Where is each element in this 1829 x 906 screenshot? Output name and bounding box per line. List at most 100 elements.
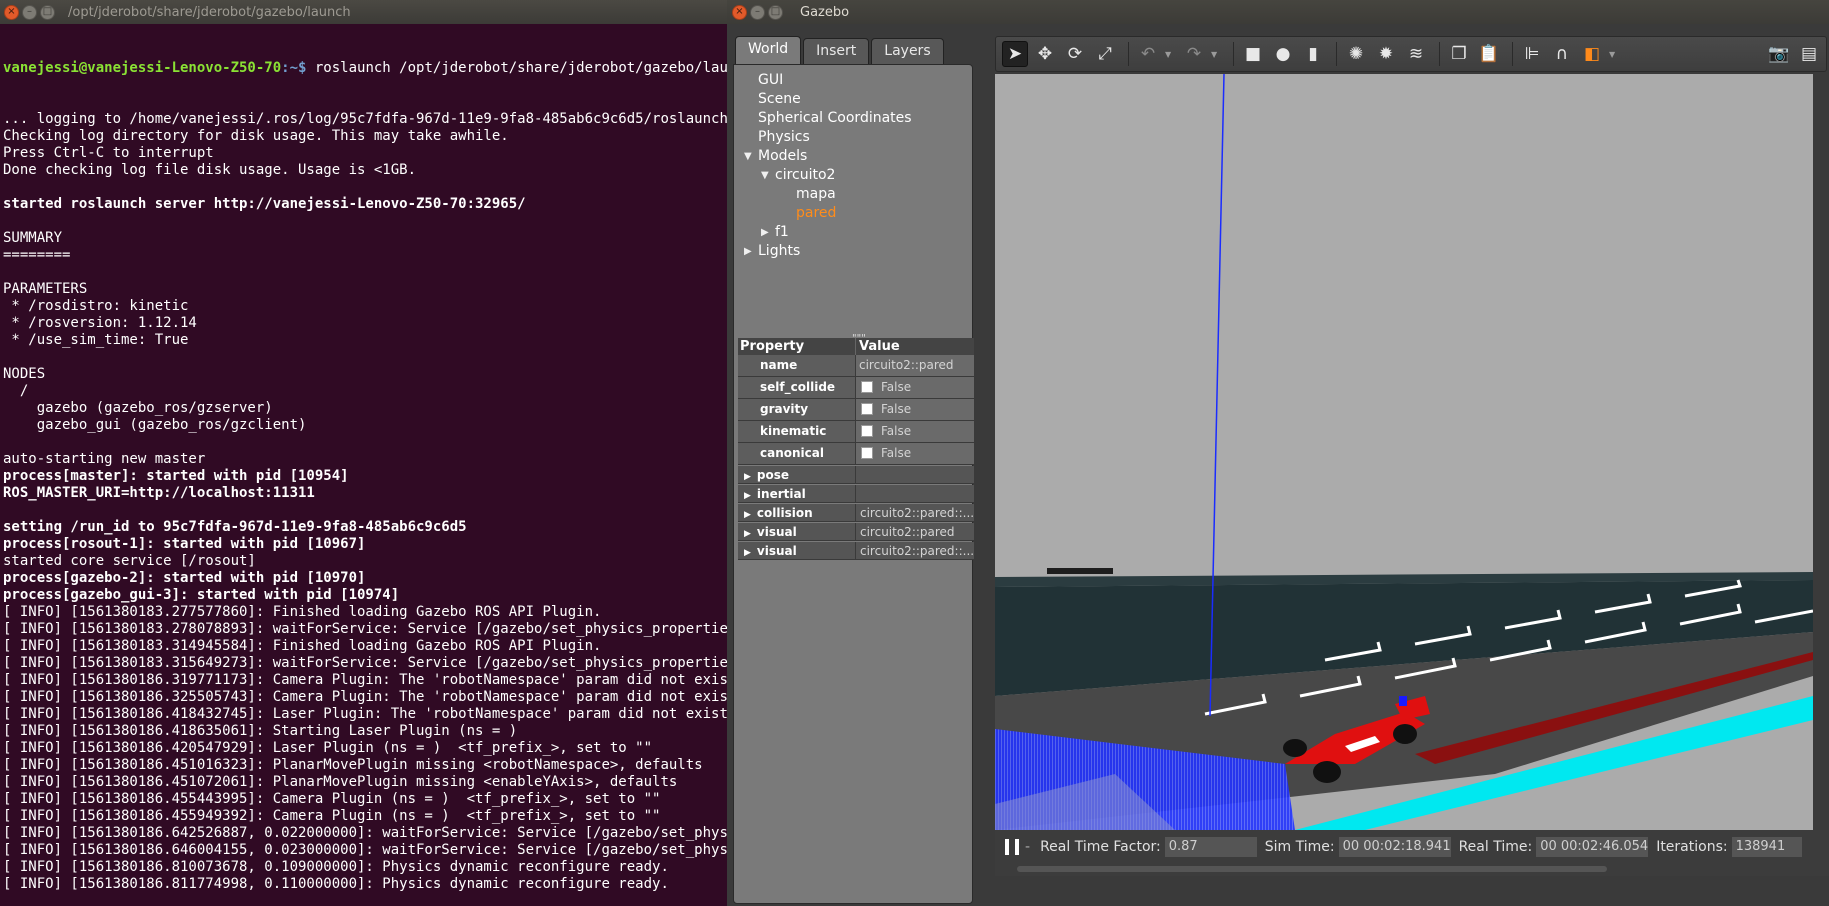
tree-item-label: f1: [775, 224, 789, 240]
tree-item-circuito2[interactable]: ▼ circuito2: [734, 166, 972, 185]
gazebo-body: World Insert Layers GUI Scene Spherical Co…: [727, 24, 1829, 906]
terminal-line: [ INFO] [1561380186.418635061]: Starting…: [3, 723, 518, 739]
expand-arrow-right-icon[interactable]: ▶: [744, 510, 751, 520]
terminal-line: gazebo_gui (gazebo_ros/gzclient): [3, 417, 307, 433]
minimize-icon[interactable]: –: [750, 4, 765, 20]
terminal-line: [ INFO] [1561380183.278078893]: waitForS…: [3, 621, 727, 637]
property-group-collision[interactable]: ▶ collision circuito2::pared::...: [738, 504, 974, 522]
expand-arrow-down-icon[interactable]: ▼: [761, 166, 769, 185]
iterations-value: 138941: [1731, 837, 1802, 857]
terminal-line: [ INFO] [1561380186.420547929]: Laser Pl…: [3, 740, 653, 756]
horizontal-scrollbar[interactable]: [1017, 866, 1607, 872]
property-group-visual[interactable]: ▶ visual circuito2::pared: [738, 523, 974, 541]
property-checkbox[interactable]: [861, 425, 873, 437]
terminal-line: * /rosversion: 1.12.14: [3, 315, 197, 331]
scene-toolbar: ➤ ✥ ⟳ ⤢ ↶ ▼ ↷ ▼ ■ ● ▮ ✺ ✹ ≋ ❐ 📋 ⊫ ∩ ◧ ▼: [995, 36, 1827, 72]
view-angle-icon[interactable]: ◧: [1579, 41, 1605, 67]
expand-arrow-right-icon[interactable]: ▶: [761, 223, 769, 242]
cylinder-shape-icon[interactable]: ▮: [1300, 41, 1326, 67]
property-value[interactable]: False: [856, 399, 974, 420]
minimize-icon[interactable]: –: [22, 4, 37, 20]
directional-light-icon[interactable]: ≋: [1403, 41, 1429, 67]
right-panel-collapsed[interactable]: [1819, 74, 1829, 830]
terminal-line: [ INFO] [1561380186.642526887, 0.0220000…: [3, 825, 727, 841]
log-icon[interactable]: ▤: [1796, 41, 1822, 67]
tree-item-mapa[interactable]: mapa: [734, 185, 972, 204]
terminal-line: [ INFO] [1561380183.315649273]: waitForS…: [3, 655, 727, 671]
tree-item-pared[interactable]: pared: [734, 204, 972, 223]
terminal-line: ========: [3, 247, 71, 263]
paste-icon[interactable]: 📋: [1476, 41, 1502, 67]
view-angle-chevron-icon[interactable]: ▼: [1609, 50, 1619, 59]
copy-icon[interactable]: ❐: [1446, 41, 1472, 67]
maximize-icon[interactable]: □: [40, 4, 55, 20]
property-checkbox[interactable]: [861, 381, 873, 393]
property-checkbox[interactable]: [861, 403, 873, 415]
panel-tabs: World Insert Layers: [733, 36, 973, 64]
gazebo-window[interactable]: × – □ Gazebo World Insert Layers GUI Scen…: [727, 0, 1829, 906]
terminal-titlebar[interactable]: × – □ /opt/jderobot/share/jderobot/gazeb…: [0, 0, 727, 24]
tree-item-f1[interactable]: ▶ f1: [734, 223, 972, 242]
gazebo-titlebar[interactable]: × – □ Gazebo: [727, 0, 1829, 24]
terminal-output[interactable]: vanejessi@vanejessi-Lenovo-Z50-70:~$ ros…: [0, 24, 727, 906]
undo-history-chevron-icon[interactable]: ▼: [1165, 50, 1175, 59]
spot-light-icon[interactable]: ✹: [1373, 41, 1399, 67]
expand-arrow-right-icon[interactable]: ▶: [744, 491, 751, 501]
maximize-icon[interactable]: □: [768, 4, 783, 20]
tree-item-physics[interactable]: Physics: [734, 128, 972, 147]
expand-arrow-right-icon[interactable]: ▶: [744, 529, 751, 539]
scene-viewport[interactable]: [995, 74, 1813, 830]
translate-mode-icon[interactable]: ✥: [1032, 41, 1058, 67]
tree-item-scene[interactable]: Scene: [734, 90, 972, 109]
iterations-label: Iterations:: [1656, 839, 1728, 855]
expand-arrow-right-icon[interactable]: ▶: [744, 472, 751, 482]
snap-icon[interactable]: ∩: [1549, 41, 1575, 67]
property-table-header: Property Value: [738, 338, 974, 355]
terminal-line: started roslaunch server http://vanejess…: [3, 196, 526, 212]
property-value[interactable]: False: [856, 443, 974, 464]
terminal-line: gazebo (gazebo_ros/gzserver): [3, 400, 273, 416]
pause-icon[interactable]: [1005, 839, 1019, 855]
terminal-window[interactable]: × – □ /opt/jderobot/share/jderobot/gazeb…: [0, 0, 727, 906]
sphere-shape-icon[interactable]: ●: [1270, 41, 1296, 67]
undo-icon[interactable]: ↶: [1135, 41, 1161, 67]
select-mode-icon[interactable]: ➤: [1002, 41, 1028, 67]
rotate-mode-icon[interactable]: ⟳: [1062, 41, 1088, 67]
terminal-line: auto-starting new master: [3, 451, 206, 467]
terminal-line: [ INFO] [1561380186.325505743]: Camera P…: [3, 689, 727, 705]
scale-mode-icon[interactable]: ⤢: [1092, 41, 1118, 67]
tree-item-gui[interactable]: GUI: [734, 71, 972, 90]
property-value[interactable]: False: [856, 377, 974, 398]
screenshot-camera-icon[interactable]: 📷: [1766, 41, 1792, 67]
close-icon[interactable]: ×: [4, 4, 19, 20]
property-key: self_collide: [738, 377, 856, 398]
property-group-visual[interactable]: ▶ visual circuito2::pared::...: [738, 542, 974, 560]
tab-insert[interactable]: Insert: [803, 38, 870, 64]
gazebo-title: Gazebo: [800, 4, 850, 20]
terminal-line: [ INFO] [1561380186.418432745]: Laser Pl…: [3, 706, 727, 722]
tree-item-lights[interactable]: ▶ Lights: [734, 242, 972, 261]
tree-item-spherical-coordinates[interactable]: Spherical Coordinates: [734, 109, 972, 128]
distant-object: [1047, 568, 1113, 574]
step-icon[interactable]: ‐: [1025, 839, 1030, 855]
expand-arrow-down-icon[interactable]: ▼: [744, 147, 752, 166]
tab-world[interactable]: World: [735, 36, 802, 64]
property-checkbox[interactable]: [861, 447, 873, 459]
tree-item-models[interactable]: ▼ Models: [734, 147, 972, 166]
expand-arrow-right-icon[interactable]: ▶: [744, 548, 751, 558]
tab-layers[interactable]: Layers: [871, 38, 944, 64]
expand-arrow-right-icon[interactable]: ▶: [744, 242, 752, 261]
property-value-text: False: [881, 380, 912, 394]
terminal-title: /opt/jderobot/share/jderobot/gazebo/laun…: [68, 4, 351, 20]
align-icon[interactable]: ⊫: [1519, 41, 1545, 67]
box-shape-icon[interactable]: ■: [1240, 41, 1266, 67]
redo-history-chevron-icon[interactable]: ▼: [1211, 50, 1221, 59]
close-icon[interactable]: ×: [732, 4, 747, 20]
terminal-line: [ INFO] [1561380186.455949392]: Camera P…: [3, 808, 661, 824]
property-group-pose[interactable]: ▶ pose: [738, 466, 974, 484]
redo-icon[interactable]: ↷: [1181, 41, 1207, 67]
property-group-inertial[interactable]: ▶ inertial: [738, 485, 974, 503]
point-light-icon[interactable]: ✺: [1343, 41, 1369, 67]
property-value[interactable]: False: [856, 421, 974, 442]
